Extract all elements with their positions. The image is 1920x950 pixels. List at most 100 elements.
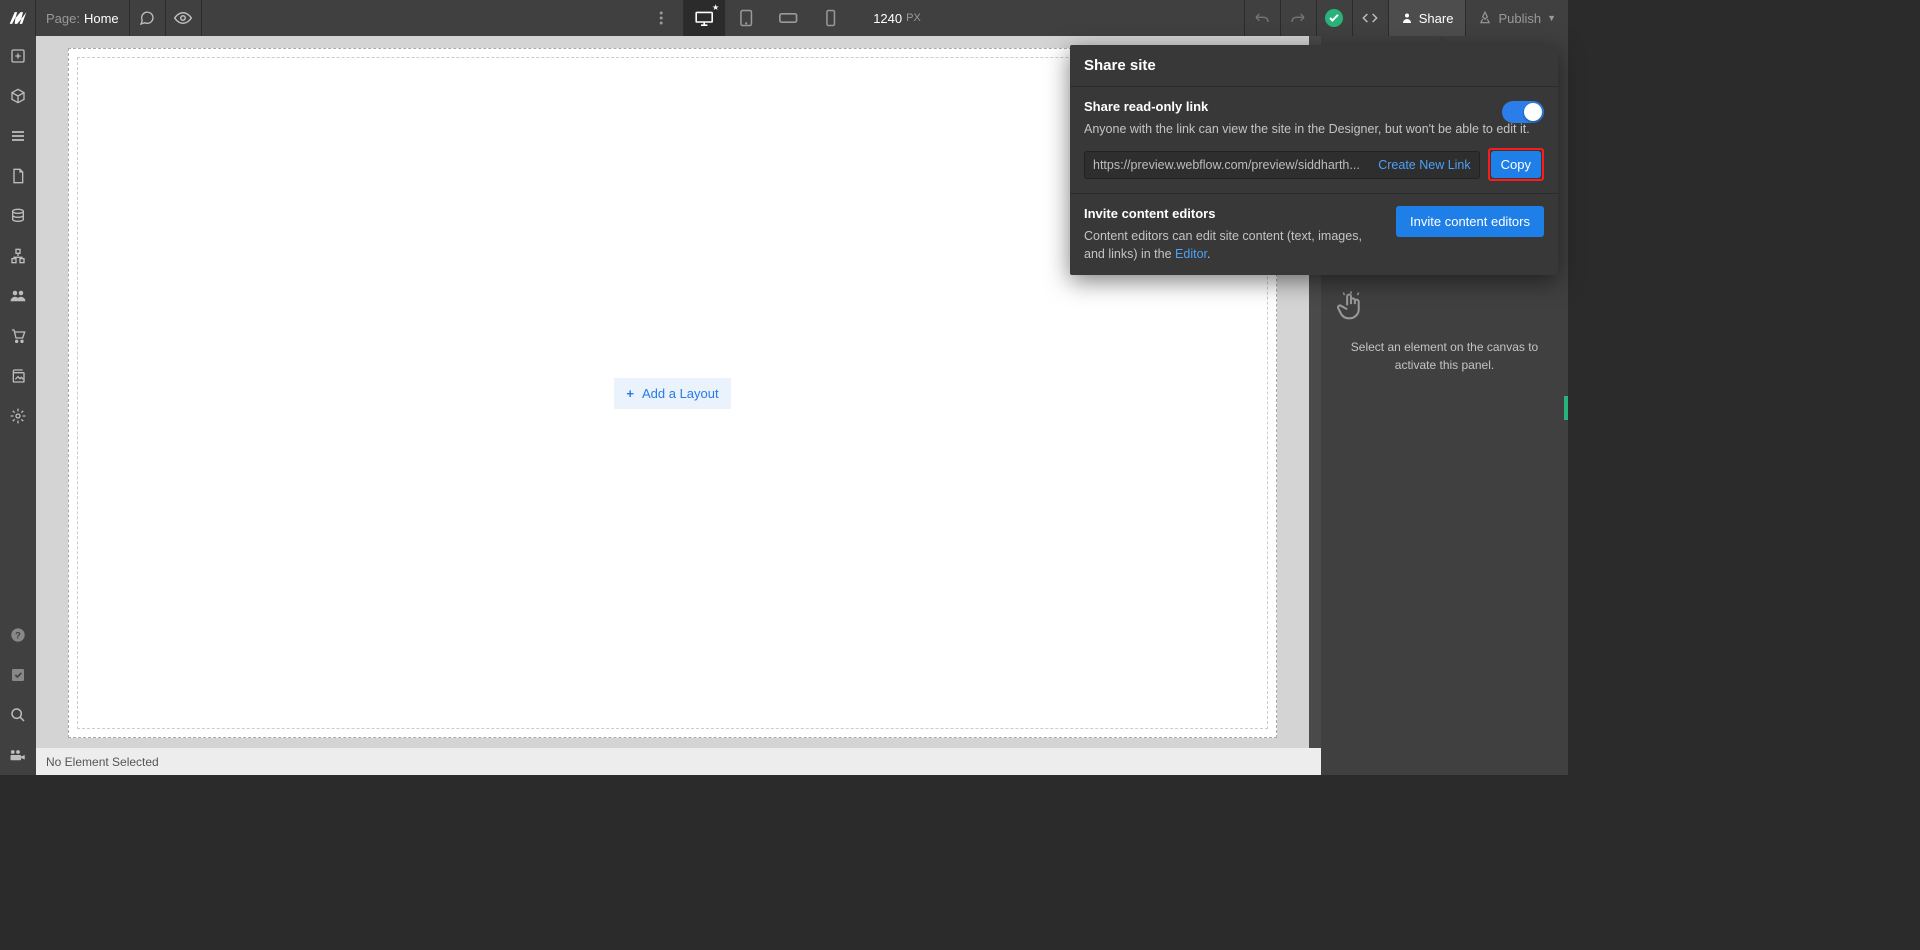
- breakpoint-mobile-landscape[interactable]: [767, 0, 809, 36]
- page-name: Home: [84, 11, 119, 26]
- top-toolbar: Page: Home ★: [0, 0, 1568, 36]
- person-icon: [1401, 11, 1413, 25]
- share-link-field[interactable]: https://preview.webflow.com/preview/sidd…: [1084, 151, 1480, 179]
- assets-button[interactable]: [0, 356, 36, 396]
- invite-text-block: Invite content editors Content editors c…: [1084, 206, 1384, 263]
- tablet-icon: [738, 9, 754, 27]
- status-indicator[interactable]: [1316, 0, 1352, 36]
- share-popover-title: Share site: [1070, 45, 1558, 87]
- plus-square-icon: [10, 48, 26, 64]
- page-selector[interactable]: Page: Home: [36, 0, 130, 36]
- breakpoint-tablet[interactable]: [725, 0, 767, 36]
- cube-icon: [10, 88, 26, 104]
- right-panel-empty-text: Select an element on the canvas to activ…: [1335, 338, 1554, 374]
- copy-link-button[interactable]: Copy: [1491, 151, 1541, 178]
- left-sidebar: ?: [0, 36, 36, 775]
- topbar-left-group: Page: Home: [0, 0, 202, 36]
- plus-icon: +: [626, 386, 634, 401]
- add-layout-label: Add a Layout: [642, 386, 719, 401]
- navigator-button[interactable]: [0, 116, 36, 156]
- help-button[interactable]: ?: [0, 615, 36, 655]
- page-label: Page:: [46, 11, 80, 26]
- editor-link[interactable]: Editor: [1175, 247, 1207, 261]
- check-icon: [1329, 14, 1339, 22]
- webflow-logo-icon: [8, 8, 28, 28]
- share-button[interactable]: Share: [1388, 0, 1466, 36]
- pointer-hand-icon: [1335, 290, 1554, 326]
- add-layout-button[interactable]: + Add a Layout: [614, 378, 730, 409]
- dots-vertical-icon: [659, 11, 663, 25]
- undo-button[interactable]: [1244, 0, 1280, 36]
- search-icon: [10, 707, 26, 723]
- breakpoint-desktop[interactable]: ★: [683, 0, 725, 36]
- canvas-size-display[interactable]: 1240 PX: [873, 11, 921, 26]
- topbar-right-group: Share Publish ▼: [1244, 0, 1568, 36]
- database-icon: [10, 208, 26, 224]
- desktop-icon: [694, 10, 714, 26]
- comments-button[interactable]: [130, 0, 166, 36]
- code-icon: [1362, 11, 1378, 25]
- video-help-button[interactable]: [0, 735, 36, 775]
- symbols-button[interactable]: [0, 76, 36, 116]
- publish-button[interactable]: Publish ▼: [1465, 0, 1568, 36]
- svg-text:?: ?: [15, 630, 21, 640]
- mobile-portrait-icon: [825, 9, 836, 27]
- share-label: Share: [1419, 11, 1454, 26]
- navigator-icon: [10, 129, 26, 143]
- redo-button[interactable]: [1280, 0, 1316, 36]
- invite-description: Content editors can edit site content (t…: [1084, 227, 1384, 263]
- breakpoint-mobile-portrait[interactable]: [809, 0, 851, 36]
- cart-icon: [10, 328, 26, 344]
- shopping-button[interactable]: [0, 316, 36, 356]
- more-options-button[interactable]: [647, 11, 675, 25]
- users-icon: [9, 289, 27, 303]
- right-panel-empty-state: Select an element on the canvas to activ…: [1321, 290, 1568, 374]
- pages-button[interactable]: [0, 156, 36, 196]
- undo-icon: [1254, 11, 1270, 25]
- canvas-width-unit: PX: [906, 12, 921, 24]
- structure-icon: [10, 248, 26, 264]
- readonly-link-toggle[interactable]: [1502, 101, 1544, 123]
- publish-label: Publish: [1498, 11, 1541, 26]
- create-new-link[interactable]: Create New Link: [1378, 158, 1470, 172]
- page-icon: [11, 168, 25, 184]
- search-button[interactable]: [0, 695, 36, 735]
- mobile-landscape-icon: [778, 12, 798, 24]
- video-icon: [9, 749, 27, 761]
- rocket-icon: [1478, 11, 1492, 25]
- gear-icon: [10, 408, 26, 424]
- webflow-logo[interactable]: [0, 0, 36, 36]
- share-link-row: https://preview.webflow.com/preview/sidd…: [1084, 148, 1544, 181]
- add-elements-button[interactable]: [0, 36, 36, 76]
- share-popover: Share site Share read-only link Anyone w…: [1070, 45, 1558, 275]
- users-button[interactable]: [0, 276, 36, 316]
- invite-title: Invite content editors: [1084, 206, 1384, 221]
- checklist-icon: [10, 667, 26, 683]
- settings-button[interactable]: [0, 396, 36, 436]
- check-badge-icon: [1325, 9, 1343, 27]
- copy-button-highlight: Copy: [1488, 148, 1544, 181]
- audit-button[interactable]: [0, 655, 36, 695]
- cms-button[interactable]: [0, 196, 36, 236]
- share-readonly-section: Share read-only link Anyone with the lin…: [1070, 87, 1558, 194]
- topbar-center-group: ★ 1240 PX: [647, 0, 921, 36]
- help-icon: ?: [10, 627, 26, 643]
- toggle-knob: [1524, 103, 1542, 121]
- image-stack-icon: [10, 368, 26, 384]
- chevron-down-icon: ▼: [1547, 13, 1556, 23]
- readonly-title: Share read-only link: [1084, 99, 1544, 114]
- invite-editors-section: Invite content editors Content editors c…: [1070, 194, 1558, 275]
- canvas-width-value: 1240: [873, 11, 902, 26]
- eye-icon: [174, 12, 192, 24]
- status-bar: No Element Selected: [36, 748, 1321, 775]
- export-code-button[interactable]: [1352, 0, 1388, 36]
- chat-icon: [139, 10, 155, 26]
- invite-editors-button[interactable]: Invite content editors: [1396, 206, 1544, 237]
- redo-icon: [1290, 11, 1306, 25]
- breakpoints-switcher: ★: [683, 0, 851, 36]
- preview-button[interactable]: [166, 0, 202, 36]
- right-panel-accent: [1564, 396, 1568, 420]
- ecommerce-button[interactable]: [0, 236, 36, 276]
- readonly-description: Anyone with the link can view the site i…: [1084, 120, 1544, 138]
- selection-status-text: No Element Selected: [46, 755, 159, 769]
